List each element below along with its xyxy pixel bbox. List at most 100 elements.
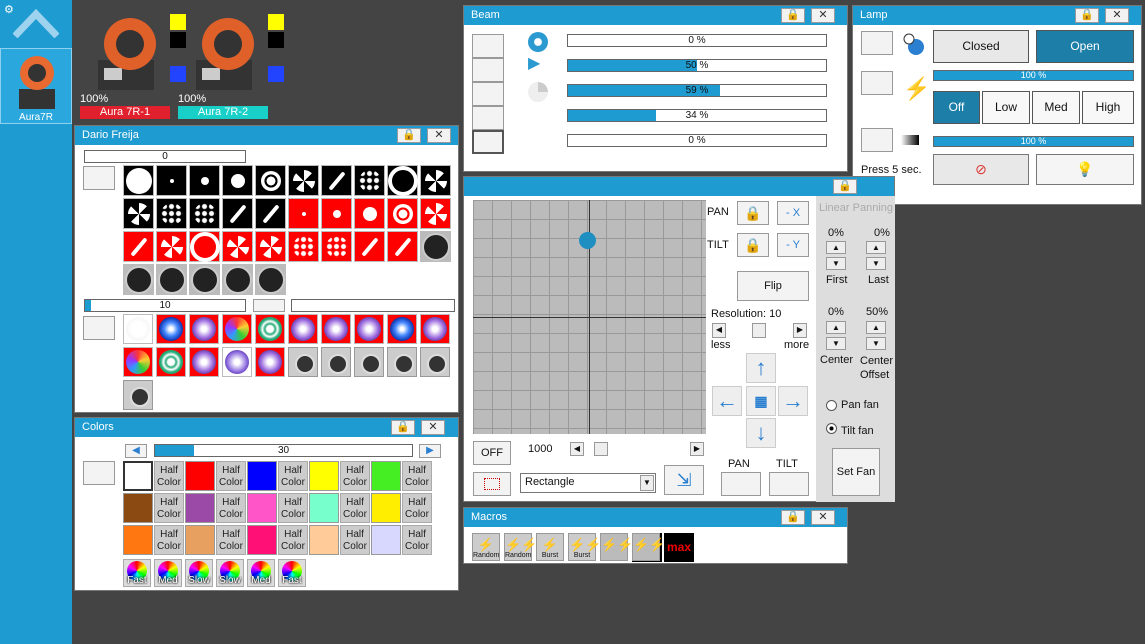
half-color-button[interactable]: Half Color: [402, 461, 432, 491]
gobo-item[interactable]: [222, 198, 253, 229]
color-gobo-item[interactable]: [156, 314, 186, 344]
set-fan-button[interactable]: Set Fan: [832, 448, 880, 496]
fan-last-down[interactable]: ▼: [866, 257, 886, 270]
color-swatch[interactable]: [309, 493, 339, 523]
half-color-button[interactable]: Half Color: [278, 525, 308, 555]
arrow-right-icon[interactable]: →: [778, 386, 808, 416]
shutter-open-button[interactable]: Open: [1036, 30, 1134, 63]
color-next-button[interactable]: ▶: [419, 444, 441, 458]
gobo-item[interactable]: [288, 231, 319, 262]
gobo-wheel-2-rotation-bar[interactable]: [291, 299, 455, 312]
color-swatch[interactable]: [247, 461, 277, 491]
close-icon[interactable]: ✕: [427, 128, 451, 143]
lock-icon[interactable]: 🔒: [1075, 8, 1099, 23]
fan-first-down[interactable]: ▼: [826, 257, 846, 270]
half-color-button[interactable]: Half Color: [154, 525, 184, 555]
strobe-high-button[interactable]: High: [1082, 91, 1134, 124]
color-gobo-item[interactable]: [321, 314, 351, 344]
half-color-button[interactable]: Half Color: [278, 493, 308, 523]
color-gobo-item[interactable]: [288, 314, 318, 344]
strobe-reset-button[interactable]: [861, 71, 893, 95]
gobo-item[interactable]: [189, 231, 220, 262]
macro-button[interactable]: ⚡⚡⚡ Random: [504, 533, 554, 561]
rotation-wheel-icon[interactable]: [354, 347, 384, 377]
gobo-item[interactable]: [321, 231, 352, 262]
pan-tilt-cursor[interactable]: [579, 232, 596, 249]
half-color-button[interactable]: Half Color: [340, 525, 370, 555]
gobo-item[interactable]: [156, 165, 187, 196]
gobo-item[interactable]: [123, 165, 154, 196]
up-chevron-icon[interactable]: [12, 8, 60, 39]
color-effect-button[interactable]: Fast: [278, 559, 306, 587]
gobo-wheel-2-reset[interactable]: [83, 316, 115, 340]
half-color-button[interactable]: Half Color: [216, 493, 246, 523]
strobe-low-button[interactable]: Low: [982, 91, 1030, 124]
pan-tilt-pad[interactable]: [473, 200, 706, 434]
lock-icon[interactable]: 🔒: [781, 8, 805, 23]
half-color-button[interactable]: Half Color: [402, 493, 432, 523]
beam-button-5[interactable]: [472, 130, 504, 154]
gobo-item[interactable]: [123, 231, 154, 262]
beam-button-4[interactable]: [472, 106, 504, 130]
color-effect-button[interactable]: Fast: [123, 559, 151, 587]
rotation-wheel-icon[interactable]: [123, 380, 153, 410]
gobo-item[interactable]: [387, 198, 418, 229]
color-swatch[interactable]: [123, 461, 153, 491]
half-color-button[interactable]: Half Color: [216, 525, 246, 555]
color-swatch[interactable]: [247, 493, 277, 523]
gobo-item[interactable]: [387, 165, 418, 196]
macro-button[interactable]: ⚡⚡⚡: [600, 533, 650, 561]
shape-off-button[interactable]: OFF: [473, 441, 511, 465]
color-gobo-item[interactable]: [222, 347, 252, 377]
resolution-less-button[interactable]: ◀: [712, 323, 726, 338]
close-icon[interactable]: ✕: [811, 510, 835, 525]
color-gobo-item[interactable]: [255, 347, 285, 377]
fan-first-up[interactable]: ▲: [826, 241, 846, 254]
tilt-fan-radio[interactable]: [826, 423, 837, 434]
speed-slider-thumb[interactable]: [594, 442, 608, 456]
shape-select[interactable]: Rectangle ▼: [520, 473, 656, 493]
gobo-item[interactable]: [222, 165, 253, 196]
gobo-item[interactable]: [255, 264, 286, 295]
color-effect-button[interactable]: Med: [247, 559, 275, 587]
rotation-wheel-icon[interactable]: [288, 347, 318, 377]
rotation-wheel-icon[interactable]: [420, 347, 450, 377]
gobo-item[interactable]: [255, 165, 286, 196]
gobo-item[interactable]: [354, 231, 385, 262]
color-swatch[interactable]: [123, 525, 153, 555]
lamp-off-button[interactable]: ⊘: [933, 154, 1029, 185]
gobo-wheel-1-bar[interactable]: 0: [84, 150, 246, 163]
color-swatch[interactable]: [309, 461, 339, 491]
tilt-lock-button[interactable]: 🔒: [737, 233, 769, 257]
color-gobo-item[interactable]: [123, 314, 153, 344]
beam-bar[interactable]: 0 %: [567, 134, 827, 147]
color-effect-button[interactable]: Slow: [185, 559, 213, 587]
resolution-slider-thumb[interactable]: [752, 323, 766, 338]
gobo-wheel-2-bar[interactable]: 10: [84, 299, 246, 312]
half-color-button[interactable]: Half Color: [402, 525, 432, 555]
color-gobo-item[interactable]: [123, 347, 153, 377]
half-color-button[interactable]: Half Color: [340, 493, 370, 523]
half-color-button[interactable]: Half Color: [154, 461, 184, 491]
pan-lock-button[interactable]: 🔒: [737, 201, 769, 225]
lock-icon[interactable]: 🔒: [833, 179, 857, 194]
color-effect-button[interactable]: Med: [154, 559, 182, 587]
flip-button[interactable]: Flip: [737, 271, 809, 301]
color-swatch[interactable]: [371, 525, 401, 555]
macro-button[interactable]: ⚡⚡⚡ Burst: [568, 533, 618, 561]
gobo-item[interactable]: [123, 264, 154, 295]
beam-bar[interactable]: 59 %: [567, 84, 827, 97]
color-gobo-item[interactable]: [156, 347, 186, 377]
half-color-button[interactable]: Half Color: [216, 461, 246, 491]
gobo-wheel-1-reset[interactable]: [83, 166, 115, 190]
beam-bar[interactable]: 34 %: [567, 109, 827, 122]
color-effect-button[interactable]: Slow: [216, 559, 244, 587]
fan-center-down[interactable]: ▼: [826, 337, 846, 350]
macro-button[interactable]: ⚡⚡: [632, 533, 665, 561]
gobo-item[interactable]: [288, 198, 319, 229]
dimmer-bar[interactable]: 100 %: [933, 70, 1134, 81]
fan-offset-down[interactable]: ▼: [866, 337, 886, 350]
shutter-closed-button[interactable]: Closed: [933, 30, 1029, 63]
half-color-button[interactable]: Half Color: [154, 493, 184, 523]
rotation-wheel-icon[interactable]: [321, 347, 351, 377]
